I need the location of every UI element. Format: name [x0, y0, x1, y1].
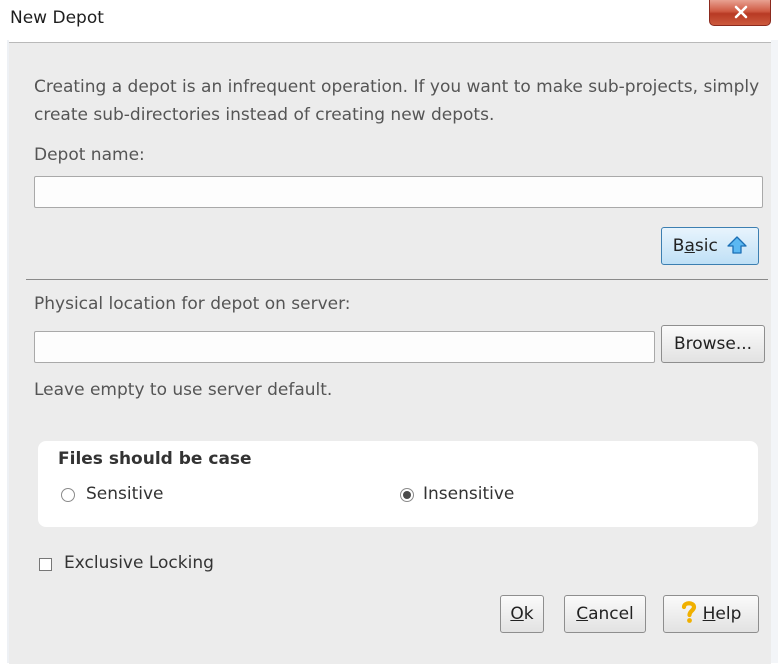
- insensitive-label[interactable]: Insensitive: [423, 484, 514, 504]
- ok-label-rest: k: [523, 604, 534, 624]
- close-icon: [734, 5, 748, 19]
- exclusive-locking-label[interactable]: Exclusive Locking: [64, 553, 214, 573]
- location-input[interactable]: [34, 331, 655, 363]
- help-label-rest: elp: [715, 604, 742, 624]
- help-button[interactable]: Help: [663, 595, 759, 633]
- browse-button[interactable]: Browse...: [661, 325, 765, 363]
- case-sensitivity-group: Files should be case Sensitive Insensiti…: [38, 441, 758, 527]
- depot-name-label: Depot name:: [34, 145, 145, 165]
- basic-label-mnemonic: a: [684, 236, 695, 256]
- window-title: New Depot: [10, 8, 104, 28]
- cancel-button[interactable]: Cancel: [564, 595, 646, 633]
- exclusive-locking-checkbox[interactable]: [39, 558, 52, 571]
- sensitive-label[interactable]: Sensitive: [86, 484, 164, 504]
- dialog-body: Creating a depot is an infrequent operat…: [9, 42, 771, 664]
- help-mnemonic: H: [702, 604, 716, 624]
- case-group-title: Files should be case: [58, 449, 252, 469]
- close-button[interactable]: [709, 0, 771, 26]
- basic-button[interactable]: Basic: [661, 227, 759, 265]
- insensitive-radio[interactable]: [400, 488, 414, 502]
- up-arrow-icon: [727, 236, 747, 254]
- basic-label-prefix: B: [672, 236, 685, 256]
- depot-name-input[interactable]: [34, 176, 763, 208]
- cancel-mnemonic: C: [576, 604, 589, 624]
- sensitive-radio[interactable]: [61, 488, 75, 502]
- title-bar: New Depot: [0, 0, 778, 40]
- cancel-label-rest: ancel: [588, 604, 634, 624]
- window-frame-right: [771, 40, 778, 663]
- ok-mnemonic: O: [510, 604, 524, 624]
- location-label: Physical location for depot on server:: [34, 294, 351, 314]
- section-divider: [26, 279, 768, 280]
- location-hint: Leave empty to use server default.: [34, 380, 333, 400]
- intro-text: Creating a depot is an infrequent operat…: [34, 77, 760, 125]
- basic-label-suffix: sic: [694, 236, 718, 256]
- question-mark-icon: [681, 601, 696, 623]
- ok-button[interactable]: Ok: [500, 595, 544, 633]
